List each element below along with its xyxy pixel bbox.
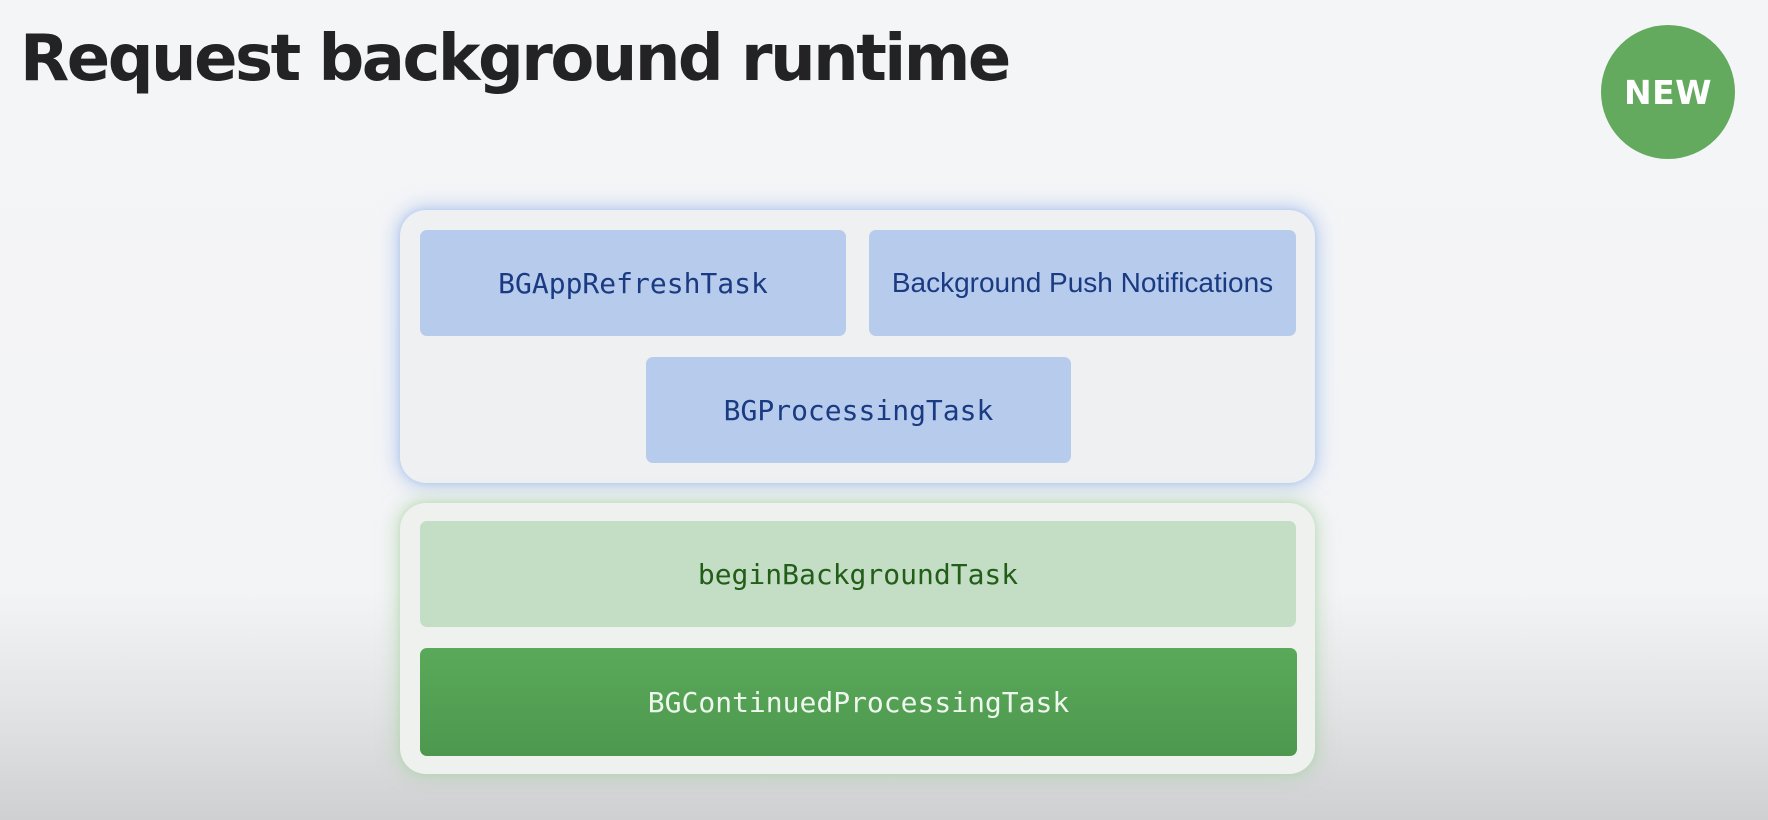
slide-title: Request background runtime [20,22,1011,96]
background-push-notifications-box: Background Push Notifications [869,230,1296,336]
bg-continued-processing-task-box: BGContinuedProcessingTask [420,648,1297,756]
new-badge: NEW [1601,25,1735,159]
bg-app-refresh-task-box: BGAppRefreshTask [420,230,846,336]
bottom-api-group: beginBackgroundTask BGContinuedProcessin… [400,503,1315,774]
top-api-group: BGAppRefreshTask Background Push Notific… [400,210,1315,483]
begin-background-task-box: beginBackgroundTask [420,521,1296,627]
bg-processing-task-box: BGProcessingTask [646,357,1071,463]
